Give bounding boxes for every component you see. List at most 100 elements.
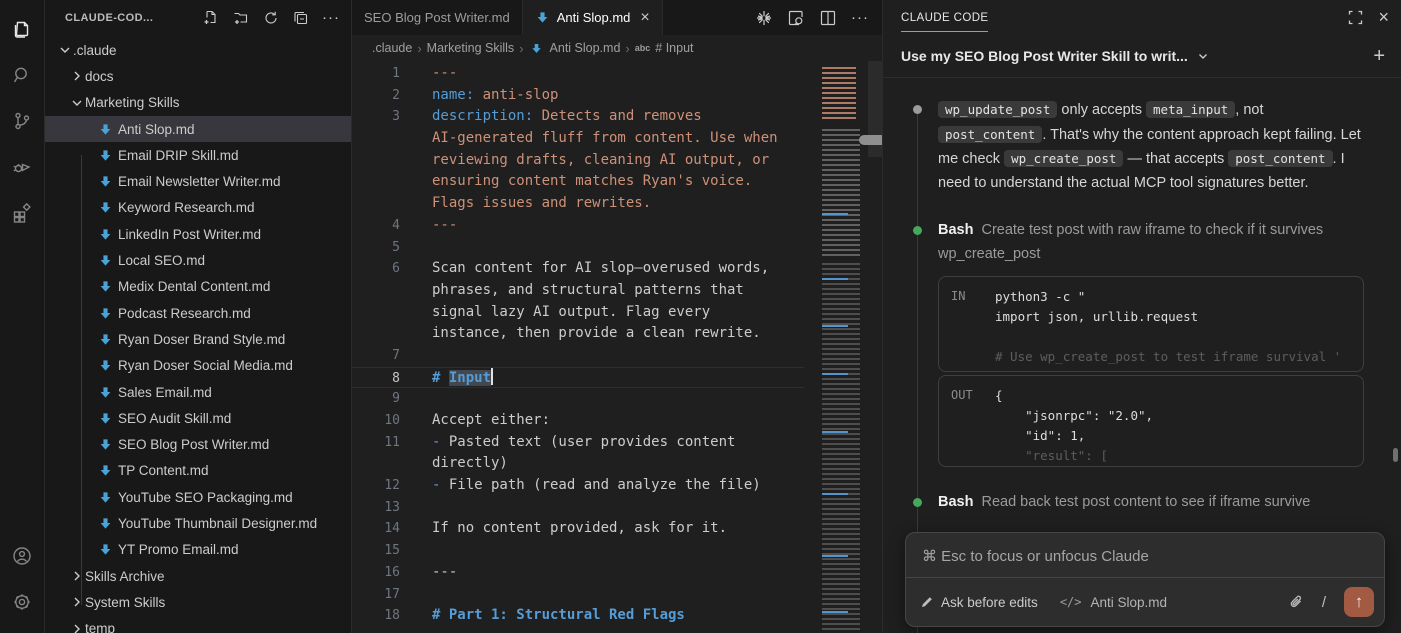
tree-item-keyword-research-md[interactable]: Keyword Research.md	[45, 195, 351, 221]
editor-line[interactable]: signal lazy AI output. Flag every	[352, 302, 804, 324]
tab-seo-blog-post-writer[interactable]: SEO Blog Post Writer.md	[352, 0, 523, 35]
split-editor-icon[interactable]	[814, 4, 842, 32]
tab-anti-slop[interactable]: Anti Slop.md ×	[523, 0, 663, 35]
editor-line[interactable]: 6Scan content for AI slop—overused words…	[352, 258, 804, 280]
line-number	[352, 323, 400, 345]
breadcrumb-item[interactable]: # Input	[655, 41, 693, 55]
line-number	[352, 280, 400, 302]
tree-item-skills-archive[interactable]: Skills Archive	[45, 563, 351, 589]
tree-item--claude[interactable]: .claude	[45, 37, 351, 63]
editor-line[interactable]: 14If no content provided, ask for it.	[352, 518, 804, 540]
editor-line[interactable]: 4---	[352, 215, 804, 237]
new-file-icon[interactable]	[199, 6, 223, 30]
close-tab-icon[interactable]: ×	[640, 10, 649, 26]
line-content	[400, 237, 432, 259]
tool-out-block[interactable]: OUT{ "jsonrpc": "2.0", "id": 1, "result"…	[938, 375, 1364, 467]
more-actions-icon[interactable]: ···	[319, 6, 343, 30]
tree-item-seo-blog-post-writer-md[interactable]: SEO Blog Post Writer.md	[45, 431, 351, 457]
claude-code-icon[interactable]	[750, 4, 778, 32]
maximize-panel-icon[interactable]	[1344, 7, 1366, 29]
search-icon[interactable]	[0, 52, 45, 98]
editor-line[interactable]: 9	[352, 388, 804, 410]
close-panel-icon[interactable]: ×	[1378, 7, 1389, 28]
tree-item-email-drip-skill-md[interactable]: Email DRIP Skill.md	[45, 142, 351, 168]
editor-line[interactable]: 3description: Detects and removes	[352, 106, 804, 128]
breadcrumb-item[interactable]: Marketing Skills	[427, 41, 515, 55]
session-title[interactable]: Use my SEO Blog Post Writer Skill to wri…	[901, 48, 1188, 64]
claude-input-field[interactable]: ⌘ Esc to focus or unfocus Claude	[906, 533, 1384, 577]
edit-mode-selector[interactable]: Ask before edits	[920, 595, 1038, 610]
editor-more-icon[interactable]: ···	[846, 4, 874, 32]
tab-claude-code[interactable]: CLAUDE CODE	[901, 3, 988, 32]
tree-item-linkedin-post-writer-md[interactable]: LinkedIn Post Writer.md	[45, 221, 351, 247]
bullet-green	[913, 226, 922, 235]
editor-line[interactable]: 16---	[352, 562, 804, 584]
tree-item-marketing-skills[interactable]: Marketing Skills	[45, 90, 351, 116]
editor-line[interactable]: 5	[352, 237, 804, 259]
editor-line[interactable]: 15	[352, 540, 804, 562]
tool-in-block[interactable]: INpython3 -c "import json, urllib.reques…	[938, 276, 1364, 372]
explorer-icon[interactable]	[0, 6, 45, 52]
extensions-icon[interactable]	[0, 190, 45, 236]
editor-line[interactable]: 7	[352, 345, 804, 367]
editor-line[interactable]: 11- Pasted text (user provides content	[352, 432, 804, 454]
breadcrumb-separator: ›	[417, 41, 421, 56]
editor-line[interactable]: 17	[352, 584, 804, 606]
editor-line[interactable]: Flags issues and rewrites.	[352, 193, 804, 215]
tree-item-youtube-seo-packaging-md[interactable]: YouTube SEO Packaging.md	[45, 484, 351, 510]
minimap[interactable]	[820, 63, 864, 633]
line-content: ---	[400, 562, 457, 584]
account-icon[interactable]	[0, 533, 45, 579]
new-session-icon[interactable]: +	[1373, 45, 1385, 68]
tree-item-anti-slop-md[interactable]: Anti Slop.md	[45, 116, 351, 142]
tree-item-sales-email-md[interactable]: Sales Email.md	[45, 379, 351, 405]
tree-item-podcast-research-md[interactable]: Podcast Research.md	[45, 300, 351, 326]
tree-item-docs[interactable]: docs	[45, 63, 351, 89]
breadcrumb-item[interactable]: Anti Slop.md	[550, 41, 621, 55]
tree-item-medix-dental-content-md[interactable]: Medix Dental Content.md	[45, 274, 351, 300]
editor-line[interactable]: AI-generated fluff from content. Use whe…	[352, 128, 804, 150]
open-preview-icon[interactable]	[782, 4, 810, 32]
breadcrumb[interactable]: .claude › Marketing Skills › Anti Slop.m…	[352, 35, 882, 61]
tree-item-temp[interactable]: temp	[45, 616, 351, 633]
tree-item-seo-audit-skill-md[interactable]: SEO Audit Skill.md	[45, 405, 351, 431]
tree-item-local-seo-md[interactable]: Local SEO.md	[45, 247, 351, 273]
tree-item-ryan-doser-brand-style-md[interactable]: Ryan Doser Brand Style.md	[45, 326, 351, 352]
tree-item-ryan-doser-social-media-md[interactable]: Ryan Doser Social Media.md	[45, 353, 351, 379]
editor-line[interactable]: 10Accept either:	[352, 410, 804, 432]
editor-line[interactable]: instance, then provide a clean rewrite.	[352, 323, 804, 345]
refresh-icon[interactable]	[259, 6, 283, 30]
panel-resize-handle[interactable]	[859, 135, 882, 145]
panel-scrollbar[interactable]	[1393, 448, 1398, 462]
attach-icon[interactable]	[1288, 594, 1304, 610]
tree-item-youtube-thumbnail-designer-md[interactable]: YouTube Thumbnail Designer.md	[45, 510, 351, 536]
chevron-right-icon	[69, 568, 85, 584]
editor-line[interactable]: reviewing drafts, cleaning AI output, or	[352, 150, 804, 172]
tree-item-email-newsletter-writer-md[interactable]: Email Newsletter Writer.md	[45, 168, 351, 194]
editor[interactable]: 1---2name: anti-slop3description: Detect…	[352, 61, 882, 633]
collapse-all-icon[interactable]	[289, 6, 313, 30]
settings-gear-icon[interactable]	[0, 579, 45, 625]
tree-item-tp-content-md[interactable]: TP Content.md	[45, 458, 351, 484]
editor-line[interactable]: 8# Input	[352, 367, 804, 389]
tree-item-system-skills[interactable]: System Skills	[45, 589, 351, 615]
editor-line[interactable]: 1---	[352, 63, 804, 85]
editor-line[interactable]: directly)	[352, 453, 804, 475]
editor-line[interactable]: phrases, and structural patterns that	[352, 280, 804, 302]
chevron-down-icon[interactable]	[1196, 49, 1210, 63]
run-debug-icon[interactable]	[0, 144, 45, 190]
editor-line[interactable]: 12- File path (read and analyze the file…	[352, 475, 804, 497]
editor-line[interactable]: 18# Part 1: Structural Red Flags	[352, 605, 804, 627]
new-folder-icon[interactable]	[229, 6, 253, 30]
line-number: 6	[352, 258, 400, 280]
send-button[interactable]: ↑	[1344, 587, 1374, 617]
slash-command-icon[interactable]: /	[1322, 594, 1326, 611]
breadcrumb-item[interactable]: .claude	[372, 41, 412, 55]
tab-label: Anti Slop.md	[557, 10, 631, 25]
tree-item-yt-promo-email-md[interactable]: YT Promo Email.md	[45, 537, 351, 563]
context-file[interactable]: </> Anti Slop.md	[1060, 595, 1167, 610]
source-control-icon[interactable]	[0, 98, 45, 144]
editor-line[interactable]: 2name: anti-slop	[352, 85, 804, 107]
editor-line[interactable]: ensuring content matches Ryan's voice.	[352, 171, 804, 193]
editor-line[interactable]: 13	[352, 497, 804, 519]
